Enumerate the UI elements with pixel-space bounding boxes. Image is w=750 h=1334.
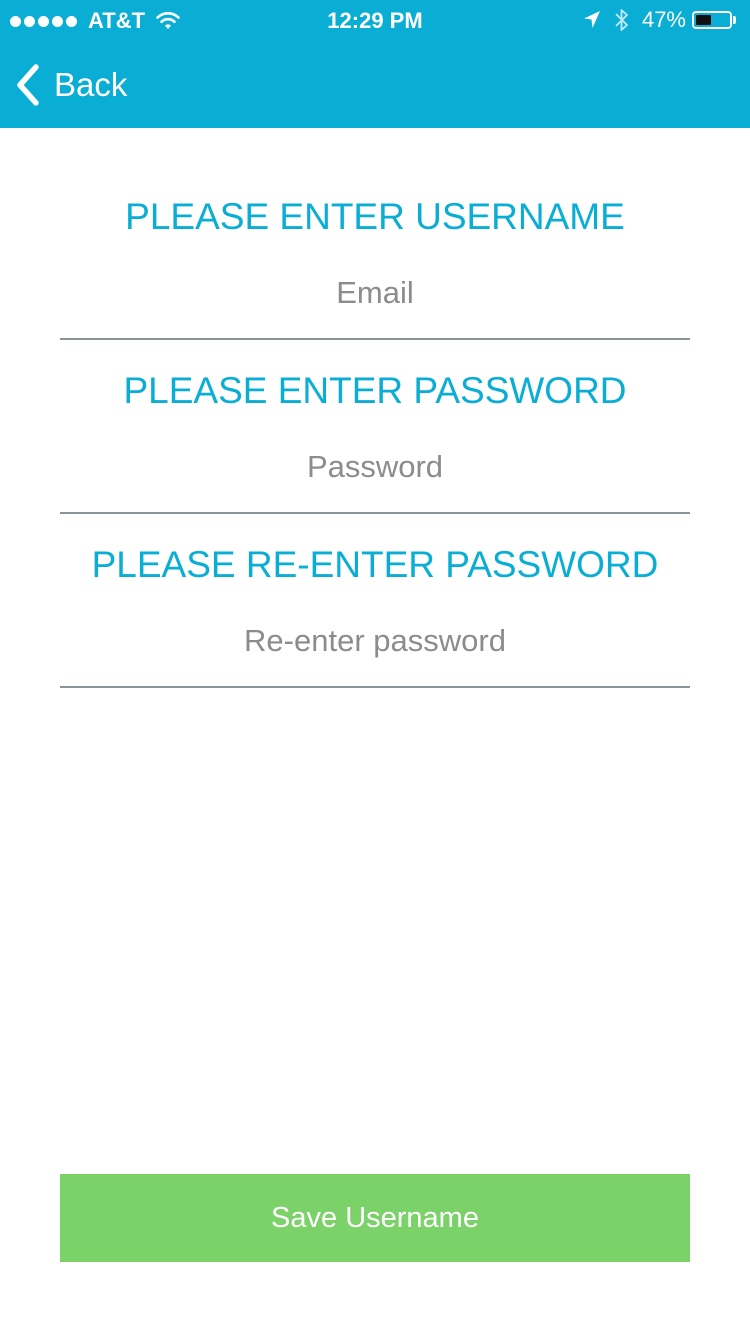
battery-icon bbox=[692, 11, 732, 29]
battery-percent: 47% bbox=[641, 7, 686, 32]
confirm-password-field[interactable] bbox=[60, 596, 690, 688]
email-field[interactable] bbox=[60, 248, 690, 340]
password-heading: PLEASE ENTER PASSWORD bbox=[123, 370, 627, 411]
username-form: PLEASE ENTER USERNAME PLEASE ENTER PASSW… bbox=[60, 186, 690, 708]
save-username-button[interactable]: Save Username bbox=[60, 1174, 690, 1262]
back-label: Back bbox=[54, 66, 128, 103]
bluetooth-icon bbox=[615, 9, 628, 31]
username-heading: PLEASE ENTER USERNAME bbox=[125, 196, 625, 237]
back-button[interactable]: Back bbox=[14, 60, 127, 110]
password-field[interactable] bbox=[60, 422, 690, 514]
chevron-left-icon bbox=[17, 64, 39, 106]
confirm-password-heading: PLEASE RE-ENTER PASSWORD bbox=[91, 544, 659, 585]
battery-level-fill bbox=[696, 15, 712, 25]
battery-cap bbox=[733, 16, 736, 24]
location-arrow-icon bbox=[583, 11, 600, 28]
status-bar: AT&T 12:29 PM 47% bbox=[0, 0, 750, 40]
app-header: AT&T 12:29 PM 47% Back bbox=[0, 0, 750, 128]
status-right: 47% bbox=[582, 7, 736, 33]
